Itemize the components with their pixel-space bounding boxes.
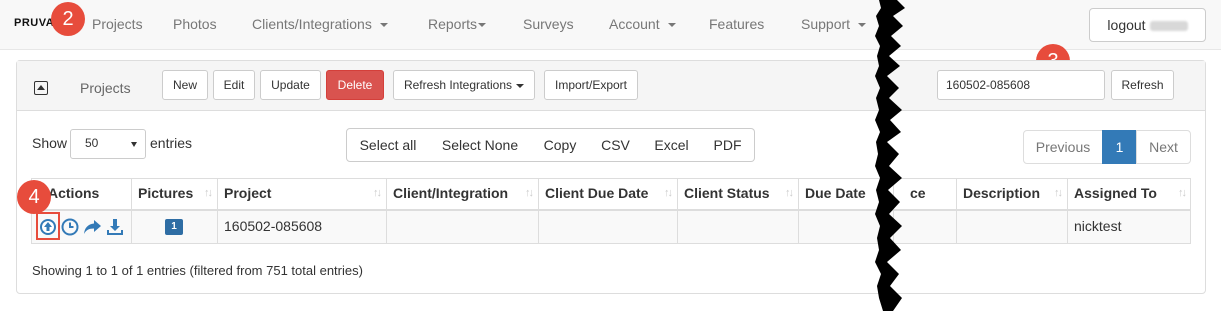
cell-project[interactable]: 160502-085608 xyxy=(218,210,387,243)
pagination-page-1[interactable]: 1 xyxy=(1102,130,1137,164)
import-export-button[interactable]: Import/Export xyxy=(544,70,638,100)
nav-label: Projects xyxy=(92,16,143,32)
clock-icon[interactable] xyxy=(61,218,79,236)
panel-title: Projects xyxy=(80,80,131,96)
column-header-project[interactable]: Project ↑↓ xyxy=(218,178,387,209)
share-icon[interactable] xyxy=(83,218,101,236)
sort-icon: ↑↓ xyxy=(204,187,213,199)
highlight-box xyxy=(36,212,60,240)
nav-photos[interactable]: Photos xyxy=(173,16,217,32)
pdf-button[interactable]: PDF xyxy=(701,128,755,162)
panel-header: Projects New Edit Update Delete Refresh … xyxy=(17,61,1205,111)
screenshot-tear-separator xyxy=(875,0,905,311)
nav-label: Features xyxy=(709,16,765,32)
pagination-next[interactable]: Next xyxy=(1136,130,1191,164)
page-length-select[interactable]: 50 xyxy=(70,129,146,159)
project-search-input[interactable] xyxy=(937,70,1105,100)
cell-description xyxy=(957,210,1068,243)
nav-label: Photos xyxy=(173,16,217,32)
sort-icon: ↑↓ xyxy=(1054,187,1063,199)
callout-badge-2: 2 xyxy=(51,2,85,36)
refresh-button[interactable]: Refresh xyxy=(1111,70,1174,100)
delete-button[interactable]: Delete xyxy=(326,70,384,100)
show-label: Show xyxy=(32,135,68,151)
column-header-assigned-to[interactable]: Assigned To ↑↓ xyxy=(1068,178,1191,209)
select-all-button[interactable]: Select all xyxy=(346,128,430,162)
nav-reports[interactable]: Reports xyxy=(428,16,487,32)
cell-client-due-date xyxy=(539,210,678,243)
table-info-text: Showing 1 to 1 of 1 entries (filtered fr… xyxy=(32,263,363,278)
sort-icon: ↑↓ xyxy=(1178,187,1187,199)
logout-label: logout xyxy=(1107,17,1146,33)
nav-label: Clients/Integrations xyxy=(252,16,372,32)
cell-client-integration xyxy=(387,210,539,243)
copy-button[interactable]: Copy xyxy=(531,128,590,162)
collapse-toggle-icon[interactable] xyxy=(34,81,48,95)
projects-panel: Projects New Edit Update Delete Refresh … xyxy=(16,60,1206,294)
nav-label: Reports xyxy=(428,16,478,32)
new-button[interactable]: New xyxy=(162,70,208,100)
caret-down-icon xyxy=(667,23,676,28)
column-header-client-due-date[interactable]: Client Due Date ↑↓ xyxy=(539,178,678,209)
nav-label: Surveys xyxy=(523,16,574,32)
sort-icon: ↑↓ xyxy=(664,187,673,199)
column-header-label: Due Date xyxy=(805,185,866,201)
callout-badge-4: 4 xyxy=(17,180,51,214)
column-header-client-integration[interactable]: Client/Integration ↑↓ xyxy=(387,178,539,209)
edit-button[interactable]: Edit xyxy=(213,70,255,100)
nav-clients-integrations[interactable]: Clients/Integrations xyxy=(252,16,388,32)
sort-icon: ↑↓ xyxy=(525,187,534,199)
refresh-integrations-dropdown[interactable]: Refresh Integrations xyxy=(393,70,535,100)
column-header-label: Pictures xyxy=(138,185,194,201)
column-header-client-status[interactable]: Client Status ↑↓ xyxy=(678,178,799,209)
column-header-label: Project xyxy=(224,185,272,201)
excel-button[interactable]: Excel xyxy=(642,128,702,162)
cell-client-status xyxy=(678,210,799,243)
nav-label: Support xyxy=(801,16,851,32)
nav-surveys[interactable]: Surveys xyxy=(523,16,574,32)
chevron-down-icon xyxy=(131,142,137,147)
column-header-pictures[interactable]: Pictures ↑↓ xyxy=(132,178,218,209)
nav-account[interactable]: Account xyxy=(609,16,676,32)
nav-label: Account xyxy=(609,16,660,32)
nav-support[interactable]: Support xyxy=(801,16,867,32)
column-header-label: Description xyxy=(963,185,1041,201)
csv-button[interactable]: CSV xyxy=(589,128,643,162)
sort-icon: ↑↓ xyxy=(785,187,794,199)
column-header-label: Client/Integration xyxy=(393,185,509,201)
column-header-label: Assigned To xyxy=(1074,185,1157,201)
caret-down-icon xyxy=(516,83,525,88)
top-navbar: PRUVAN Projects Photos Clients/Integrati… xyxy=(0,0,1221,50)
nav-features[interactable]: Features xyxy=(709,16,764,32)
pagination-previous[interactable]: Previous xyxy=(1023,130,1103,164)
caret-down-icon xyxy=(379,23,388,28)
column-header-label: Client Due Date xyxy=(545,185,649,201)
cell-assigned-to: nicktest xyxy=(1074,218,1122,234)
entries-label: entries xyxy=(150,135,193,151)
select-none-button[interactable]: Select None xyxy=(429,128,532,162)
download-icon[interactable] xyxy=(106,218,124,236)
update-button[interactable]: Update xyxy=(260,70,321,100)
sort-icon: ↑↓ xyxy=(373,187,382,199)
page-length-value: 50 xyxy=(85,136,99,150)
column-header-label: Actions xyxy=(48,185,100,201)
caret-down-icon xyxy=(858,23,867,28)
refresh-integrations-label: Refresh Integrations xyxy=(403,78,513,92)
column-header-description[interactable]: Description ↑↓ xyxy=(957,178,1068,209)
pictures-count-badge[interactable]: 1 xyxy=(165,219,183,235)
caret-down-icon xyxy=(478,23,487,28)
logout-button[interactable]: logout xyxy=(1089,8,1206,42)
nav-projects[interactable]: Projects xyxy=(92,16,143,32)
column-header-label: Client Status xyxy=(684,185,770,201)
redacted-username xyxy=(1149,21,1188,32)
